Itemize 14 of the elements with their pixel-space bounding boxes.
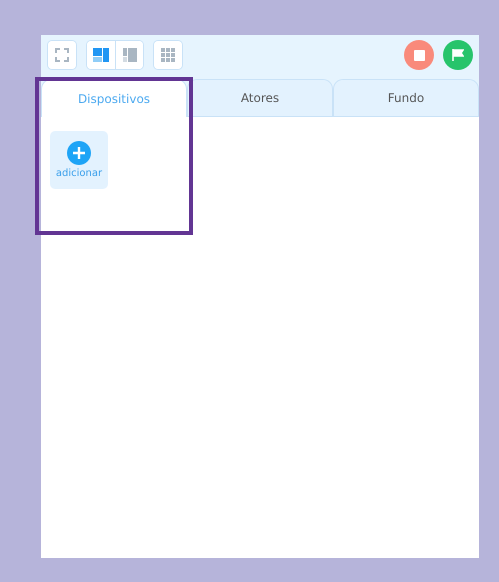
fullscreen-icon xyxy=(55,48,69,62)
stop-icon xyxy=(414,50,424,60)
layout-button[interactable] xyxy=(48,41,76,69)
layout-button[interactable] xyxy=(154,41,182,69)
layout-icon xyxy=(93,48,109,62)
flag-icon xyxy=(452,49,464,61)
grid-icon xyxy=(160,48,176,62)
tab[interactable]: Fundo xyxy=(333,79,479,116)
layout-icon xyxy=(122,48,136,62)
run-button[interactable] xyxy=(443,40,473,70)
layout-button[interactable] xyxy=(115,41,143,69)
tab[interactable]: Atores xyxy=(187,79,333,116)
stop-button[interactable] xyxy=(404,40,434,70)
plus-icon xyxy=(67,141,91,165)
